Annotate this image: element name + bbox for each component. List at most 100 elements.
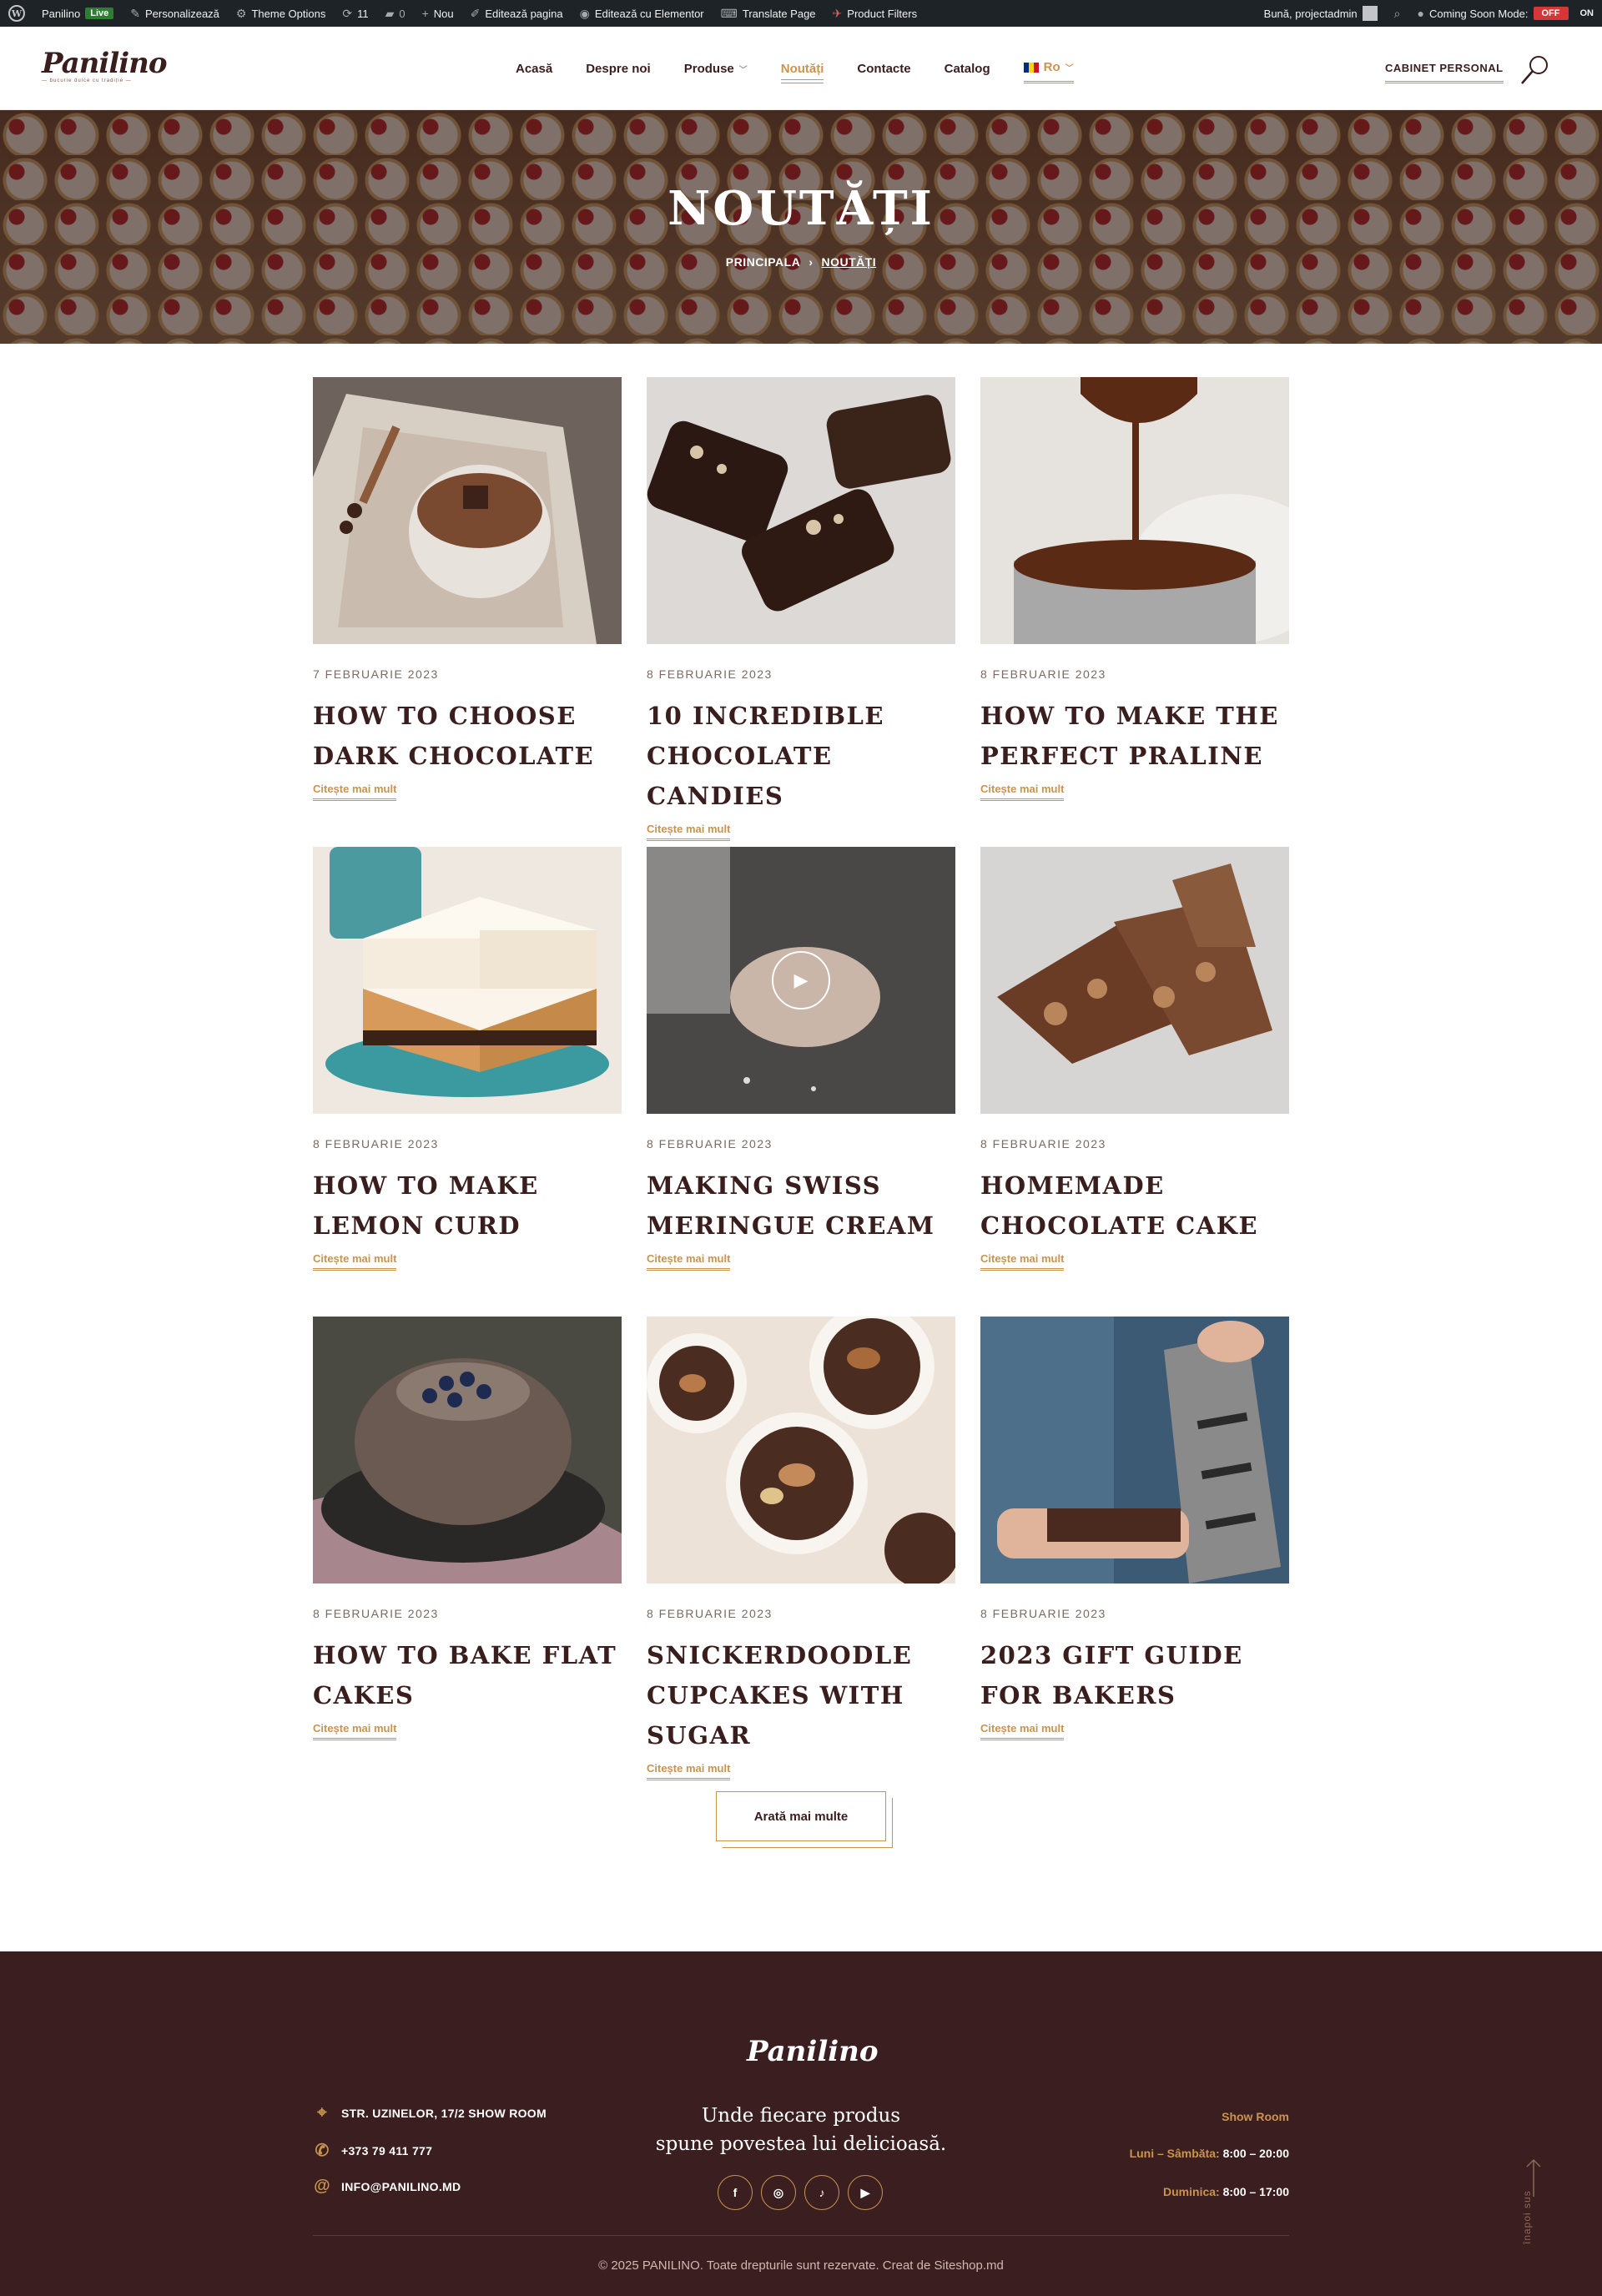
refresh-icon: ⟳ <box>342 6 353 20</box>
edit-elementor-label: Editează cu Elementor <box>594 7 704 20</box>
post-thumbnail[interactable] <box>313 377 622 644</box>
instagram-icon[interactable]: ◎ <box>761 2175 796 2210</box>
post-title[interactable]: 10 INCREDIBLE CHOCOLATE CANDIES <box>647 696 955 816</box>
location-icon: ⌖ <box>317 2103 327 2122</box>
post-title[interactable]: HOW TO CHOOSE DARK CHOCOLATE <box>313 696 622 776</box>
brush-icon: ✎ <box>130 6 141 20</box>
post-thumbnail[interactable] <box>647 377 955 644</box>
post-title[interactable]: SNICKERDOODLE CUPCAKES WITH SUGAR <box>647 1635 955 1755</box>
site-logo[interactable]: Panilino — bucurie dulce cu tradiție — <box>42 47 168 92</box>
play-icon[interactable]: ▶ <box>772 951 830 1010</box>
off-badge[interactable]: OFF <box>1533 7 1569 20</box>
post-title[interactable]: HOW TO BAKE FLAT CAKES <box>313 1635 622 1715</box>
hours-weekdays: Luni – Sâmbăta: 8:00 – 20:00 <box>1130 2147 1289 2160</box>
read-more-link[interactable]: Citește mai mult <box>980 783 1065 801</box>
theme-options-link[interactable]: ⚙ Theme Options <box>228 0 334 27</box>
load-more-button[interactable]: Arată mai multe <box>716 1791 886 1841</box>
nav-item-produse[interactable]: Produse ﹀ <box>684 60 748 83</box>
nav-item-despre[interactable]: Despre noi <box>586 60 651 83</box>
page-hero: NOUTĂȚI PRINCIPALA › NOUTĂȚI <box>0 110 1602 344</box>
theme-options-label: Theme Options <box>251 7 326 20</box>
nav-item-noutati[interactable]: Noutăți <box>780 60 824 83</box>
updates-link[interactable]: ⟳ 11 <box>334 0 376 27</box>
customize-label: Personalizează <box>145 7 219 20</box>
read-more-link[interactable]: Citește mai mult <box>313 1252 397 1271</box>
wp-logo-menu[interactable]: W <box>0 0 33 27</box>
hours-sun-value: 8:00 – 17:00 <box>1222 2185 1289 2198</box>
nav-item-acasa[interactable]: Acasă <box>516 60 552 83</box>
tagline-line-1: Unde fiecare produs <box>701 2105 901 2127</box>
post-thumbnail[interactable] <box>980 847 1289 1114</box>
on-label[interactable]: ON <box>1574 8 1594 18</box>
read-more-link[interactable]: Citește mai mult <box>980 1722 1065 1740</box>
read-more-link[interactable]: Citește mai mult <box>980 1252 1065 1271</box>
search-icon: ⌕ <box>1393 6 1401 20</box>
translate-page-link[interactable]: ⌨ Translate Page <box>713 0 824 27</box>
post-thumbnail[interactable] <box>313 1317 622 1584</box>
contact-email[interactable]: @ INFO@PANILINO.MD <box>313 2177 461 2196</box>
facebook-icon[interactable]: f <box>718 2175 753 2210</box>
post-title[interactable]: HOW TO MAKE LEMON CURD <box>313 1166 622 1246</box>
new-content-menu[interactable]: + Nou <box>414 0 462 27</box>
post-title[interactable]: HOMEMADE CHOCOLATE CAKE <box>980 1166 1289 1246</box>
contact-phone[interactable]: ✆ +373 79 411 777 <box>313 2140 432 2161</box>
breadcrumb-current: NOUTĂȚI <box>821 255 877 269</box>
flag-icon <box>1023 62 1039 73</box>
read-more-link[interactable]: Citește mai mult <box>313 783 397 801</box>
site-name: Panilino <box>42 7 81 20</box>
contact-address[interactable]: ⌖ STR. UZINELOR, 17/2 SHOW ROOM <box>313 2103 547 2122</box>
post-thumbnail[interactable] <box>980 1317 1289 1584</box>
translate-label: Translate Page <box>742 7 816 20</box>
comment-icon: ▰ <box>385 6 395 20</box>
tiktok-icon[interactable]: ♪ <box>804 2175 839 2210</box>
address-text: STR. UZINELOR, 17/2 SHOW ROOM <box>341 2106 547 2120</box>
post-thumbnail[interactable] <box>647 1317 955 1584</box>
post-card: 8 FEBRUARIE 2023 HOW TO MAKE THE PERFECT… <box>980 377 1289 801</box>
language-switcher[interactable]: Ro ﹀ <box>1023 60 1074 83</box>
edit-elementor-link[interactable]: ◉ Editează cu Elementor <box>572 0 713 27</box>
nav-item-contacte[interactable]: Contacte <box>857 60 910 83</box>
copyright: © 2025 PANILINO. Toate drepturile sunt r… <box>598 2258 1004 2273</box>
admin-search[interactable]: ⌕ <box>1386 0 1409 27</box>
live-badge: Live <box>85 8 114 19</box>
post-card: 8 FEBRUARIE 2023 2023 GIFT GUIDE FOR BAK… <box>980 1317 1289 1740</box>
footer-logo[interactable]: Panilino <box>747 2035 879 2068</box>
read-more-link[interactable]: Citește mai mult <box>647 1762 731 1780</box>
site-name-menu[interactable]: Panilino Live <box>33 0 122 27</box>
post-date: 8 FEBRUARIE 2023 <box>313 1137 439 1151</box>
post-thumbnail[interactable]: ▶ <box>647 847 955 1114</box>
post-thumbnail[interactable] <box>313 847 622 1114</box>
read-more-link[interactable]: Citește mai mult <box>647 823 731 841</box>
tagline-line-2: spune povestea lui delicioasă. <box>655 2133 947 2155</box>
coming-soon-toggle[interactable]: ● Coming Soon Mode: OFF ON <box>1409 0 1602 27</box>
nav-item-catalog[interactable]: Catalog <box>945 60 990 83</box>
footer-divider <box>313 2235 1289 2236</box>
nav-label: Produse <box>683 61 734 76</box>
edit-page-link[interactable]: ✐ Editează pagina <box>462 0 572 27</box>
read-more-link[interactable]: Citește mai mult <box>313 1722 397 1740</box>
post-date: 8 FEBRUARIE 2023 <box>980 667 1106 681</box>
cabinet-link[interactable]: CABINET PERSONAL <box>1385 62 1504 83</box>
post-card: 8 FEBRUARIE 2023 HOW TO BAKE FLAT CAKES … <box>313 1317 622 1740</box>
gear-icon: ⚙ <box>235 6 247 20</box>
back-to-top-label[interactable]: înapoi sus <box>1521 2190 1533 2244</box>
post-thumbnail[interactable] <box>980 377 1289 644</box>
nav-label: Despre noi <box>586 61 651 76</box>
product-filters-link[interactable]: ✈ Product Filters <box>824 0 926 27</box>
comments-link[interactable]: ▰ 0 <box>377 0 414 27</box>
breadcrumb-home[interactable]: PRINCIPALA <box>726 255 801 269</box>
wp-admin-bar: W Panilino Live ✎ Personalizează ⚙ Theme Op… <box>0 0 1602 27</box>
breadcrumb: PRINCIPALA › NOUTĂȚI <box>0 255 1602 269</box>
search-icon[interactable] <box>1519 53 1552 87</box>
hours-sunday: Duminica: 8:00 – 17:00 <box>1163 2185 1289 2198</box>
youtube-icon[interactable]: ▶ <box>848 2175 883 2210</box>
post-title[interactable]: HOW TO MAKE THE PERFECT PRALINE <box>980 696 1289 776</box>
read-more-link[interactable]: Citește mai mult <box>647 1252 731 1271</box>
post-title[interactable]: MAKING SWISS MERINGUE CREAM <box>647 1166 955 1246</box>
lock-icon: ● <box>1417 7 1424 20</box>
my-account-menu[interactable]: Bună, projectadmin <box>1256 0 1386 27</box>
post-title[interactable]: 2023 GIFT GUIDE FOR BAKERS <box>980 1635 1289 1715</box>
customize-link[interactable]: ✎ Personalizează <box>122 0 228 27</box>
post-card: 8 FEBRUARIE 2023 10 INCREDIBLE CHOCOLATE… <box>647 377 955 841</box>
product-filters-label: Product Filters <box>847 7 918 20</box>
